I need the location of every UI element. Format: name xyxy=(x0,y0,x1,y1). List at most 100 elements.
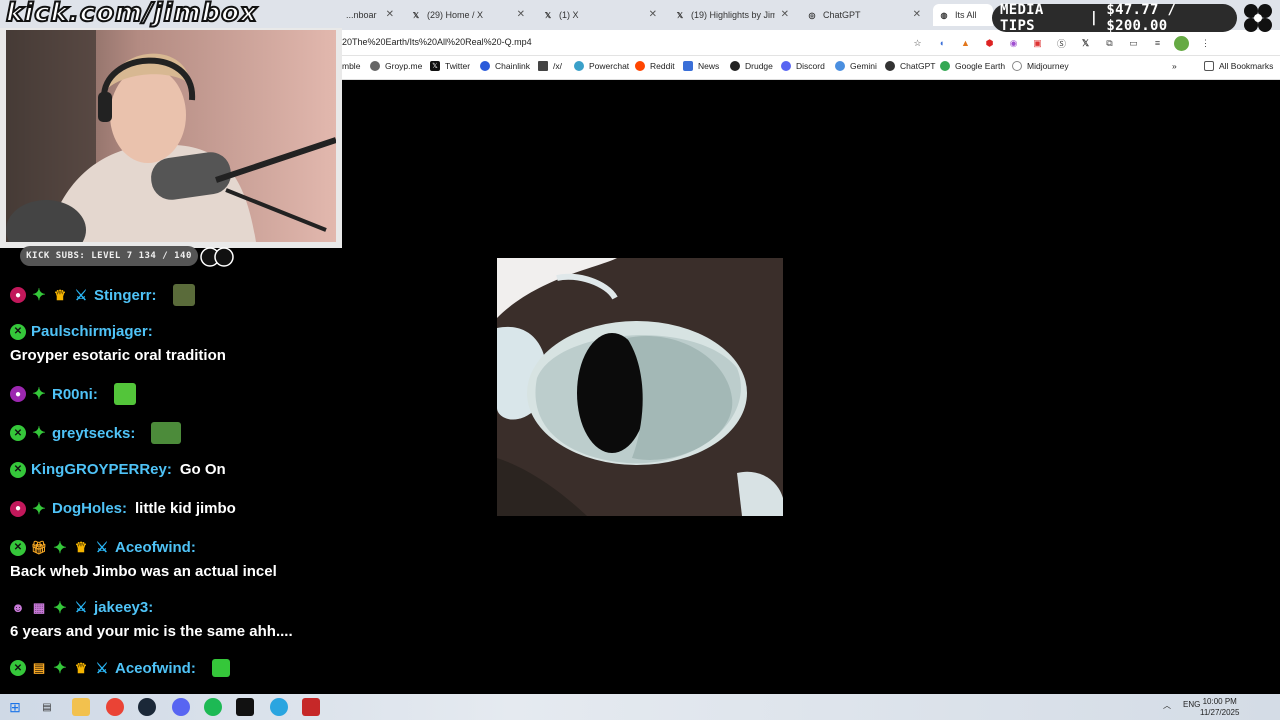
bookmark-label: ChatGPT xyxy=(900,61,936,71)
diamond-icon: ✦ xyxy=(53,599,67,617)
spotify-icon[interactable] xyxy=(204,698,222,716)
task-view-icon[interactable]: ▤ xyxy=(38,698,56,716)
tab-3[interactable]: 𝕏 (1) X ✕ xyxy=(537,4,663,26)
bookmark-item[interactable]: Chainlink xyxy=(480,61,530,71)
bookmark-item[interactable]: Reddit xyxy=(635,61,675,71)
bookmark-item[interactable]: Discord xyxy=(781,61,825,71)
tab-1[interactable]: ...nboar ✕ xyxy=(340,4,400,26)
shield-icon[interactable]: ⬢ xyxy=(982,36,997,51)
chevron-up-icon[interactable]: ︿ xyxy=(1163,700,1171,711)
menu-icon[interactable]: ⋮ xyxy=(1198,36,1213,51)
diamond-icon: ✦ xyxy=(32,425,46,442)
windows-start-icon[interactable]: ⊞ xyxy=(6,698,24,716)
close-icon[interactable]: ✕ xyxy=(913,9,921,20)
tab-5[interactable]: ◎ ChatGPT ✕ xyxy=(801,4,927,26)
sub-badge-icon: ✕ xyxy=(10,660,26,676)
chat-username[interactable]: Stingerr: xyxy=(94,287,157,304)
chat-username[interactable]: R00ni: xyxy=(52,386,98,403)
bookmark-label: Chainlink xyxy=(495,61,530,71)
url-field[interactable]: 20The%20Earth/Its%20All%20Real%20-Q.mp4 xyxy=(342,37,532,47)
terminal-icon[interactable] xyxy=(236,698,254,716)
bookmark-label: Drudge xyxy=(745,61,773,71)
tab-label: ...nboar xyxy=(346,10,377,20)
steam-icon[interactable] xyxy=(138,698,156,716)
cast-icon[interactable]: ▭ xyxy=(1126,36,1141,51)
chrome-icon[interactable] xyxy=(106,698,124,716)
bookmark-item[interactable]: mble xyxy=(342,61,360,71)
chat-text: Groyper esotaric oral tradition xyxy=(10,347,226,364)
x-icon[interactable]: 𝕏 xyxy=(1078,36,1093,51)
bookmark-item[interactable]: Midjourney xyxy=(1012,61,1069,71)
bookmark-label: Google Earth xyxy=(955,61,1006,71)
emote-icon xyxy=(151,422,182,444)
tab-active[interactable]: ◍ Its All xyxy=(933,4,993,26)
close-icon[interactable]: ✕ xyxy=(649,9,657,20)
chat-username[interactable]: jakeey3: xyxy=(94,599,153,616)
taskbar-clock[interactable]: 10:00 PM 11/27/2025 xyxy=(1200,696,1239,718)
app-icon[interactable] xyxy=(302,698,320,716)
telegram-icon[interactable] xyxy=(270,698,288,716)
crown-icon: ♛ xyxy=(74,539,88,555)
bookmark-label: Midjourney xyxy=(1027,61,1069,71)
puzzle-icon[interactable]: ⧉ xyxy=(1102,36,1117,51)
file-explorer-icon[interactable] xyxy=(72,698,90,716)
chat-message: ● ✦ ♛ ⚔ Stingerr: xyxy=(10,284,195,306)
chat-username[interactable]: Aceofwind: xyxy=(115,660,196,677)
chat-message: ● ✦ DogHoles: little kid jimbo xyxy=(10,500,236,518)
google-earth-icon xyxy=(940,61,950,71)
bookmark-item[interactable]: Drudge xyxy=(730,61,773,71)
bookmark-item[interactable]: Gemini xyxy=(835,61,877,71)
language-indicator[interactable]: ENG xyxy=(1183,700,1200,709)
tab-4[interactable]: 𝕏 (19) Highlights by Jimbo ✕ xyxy=(669,4,795,26)
bookmark-label: Reddit xyxy=(650,61,675,71)
bookmark-item[interactable]: Google Earth xyxy=(940,61,1005,71)
extension-icon[interactable]: ◖ xyxy=(934,36,949,51)
crown-icon: ♛ xyxy=(53,286,67,303)
chat-username[interactable]: KingGROYPERRey: xyxy=(31,461,172,478)
queue-icon[interactable]: ≡ xyxy=(1150,36,1165,51)
bookmark-item[interactable]: 𝕏 Twitter xyxy=(430,61,470,71)
gift-icon: ▦ xyxy=(32,599,46,615)
bookmark-item[interactable]: ChatGPT xyxy=(885,61,935,71)
bookmark-item[interactable]: News xyxy=(683,61,719,71)
globe-icon: ◍ xyxy=(940,10,948,20)
video-player[interactable] xyxy=(497,258,783,516)
star-icon[interactable]: ☆ xyxy=(910,36,925,51)
close-icon[interactable]: ✕ xyxy=(386,9,394,20)
tab-2[interactable]: 𝕏 (29) Home / X ✕ xyxy=(405,4,531,26)
chat-text: little kid jimbo xyxy=(135,500,236,517)
media-tips-amount: $47.77 / $200.00 xyxy=(1106,2,1177,34)
tab-label: ChatGPT xyxy=(823,10,861,20)
chat-username[interactable]: DogHoles: xyxy=(52,500,127,517)
close-icon[interactable]: ✕ xyxy=(517,9,525,20)
all-bookmarks-button[interactable]: All Bookmarks xyxy=(1204,61,1273,71)
chat-username[interactable]: Paulschirmjager: xyxy=(31,323,153,340)
diamond-icon: ✦ xyxy=(53,660,67,677)
bookmark-item[interactable]: Powerchat xyxy=(574,61,629,71)
chat-message: ✕ KingGROYPERRey: Go On xyxy=(10,461,226,478)
diamond-icon: ✦ xyxy=(32,287,46,304)
channel-url: kick.com/jimbox xyxy=(5,0,258,29)
chainlink-icon xyxy=(480,61,490,71)
close-icon[interactable]: ✕ xyxy=(781,9,789,20)
bookmark-label: /x/ xyxy=(553,61,562,71)
diamond-icon: ✦ xyxy=(53,539,67,557)
discord-icon[interactable] xyxy=(172,698,190,716)
metamask-icon[interactable]: ▲ xyxy=(958,36,973,51)
powerchat-icon xyxy=(574,61,584,71)
extension-icon[interactable]: Ⓢ xyxy=(1054,36,1069,51)
extension-icon[interactable]: ◉ xyxy=(1006,36,1021,51)
chat-message: ✕ ▤ ✦ ♛ ⚔ Aceofwind: xyxy=(10,659,230,677)
bookmark-item[interactable]: Groyp.me xyxy=(370,61,422,71)
chat-username[interactable]: greytsecks: xyxy=(52,425,135,442)
taskbar: ⊞ ▤ ︿ ENG 10:00 PM 11/27/2025 xyxy=(0,694,1280,720)
bookmark-item[interactable]: /x/ xyxy=(538,61,562,71)
sword-icon: ⚔ xyxy=(95,539,109,555)
extension-toolbar: ☆ ◖ ▲ ⬢ ◉ ▣ Ⓢ 𝕏 ⧉ ▭ ≡ ⋮ xyxy=(910,34,1213,52)
bookmarks-overflow-button[interactable]: » xyxy=(1172,61,1177,71)
media-tips-label: MEDIA TIPS xyxy=(1000,2,1044,34)
avatar[interactable] xyxy=(1174,35,1189,51)
news-icon xyxy=(683,61,693,71)
extension-icon[interactable]: ▣ xyxy=(1030,36,1045,51)
chat-username[interactable]: Aceofwind: xyxy=(115,539,196,556)
